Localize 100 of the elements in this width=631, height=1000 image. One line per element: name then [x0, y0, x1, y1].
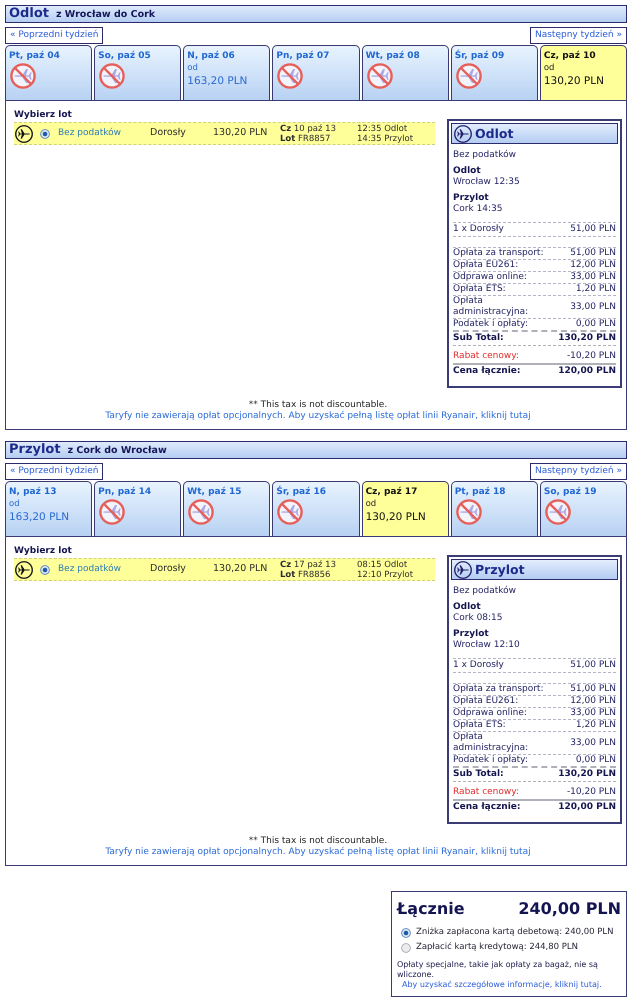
leg-label: Odlot [453, 165, 482, 177]
flight-date: Cz 10 paź 13 [280, 124, 337, 134]
price-from-label: od [544, 63, 556, 73]
fee-amount: 0,00 PLN [576, 319, 616, 330]
radio-button[interactable] [401, 928, 411, 938]
leg-label: Przylot [453, 628, 490, 640]
fee-amount: 33,00 PLN [570, 708, 616, 719]
date-tab[interactable]: So, paź 19 [540, 481, 627, 536]
passenger-amount: 51,00 PLN [570, 660, 616, 671]
fee-label: Opłata administracyjna: [453, 732, 530, 754]
next-week-button[interactable]: Następny tydzień » [530, 463, 627, 480]
date-tab[interactable]: So, paź 05 [94, 45, 182, 100]
flight-number: Lot FR8857 [280, 134, 332, 144]
details-link[interactable]: Aby uzyskać szczegółowe informacje, kliknij tutaj. [402, 980, 602, 990]
leg-value: Wrocław 12:10 [453, 640, 521, 651]
passenger-amount: 51,00 PLN [570, 224, 616, 235]
date-tab[interactable]: Wt, paź 08 [362, 45, 449, 100]
fee-amount: 33,00 PLN [570, 738, 616, 748]
plane-icon [15, 124, 33, 142]
radio-button[interactable] [40, 128, 50, 138]
fee-label: Opłata administracyjna: [453, 296, 530, 318]
date-tab[interactable]: Cz, paź 17 od 130,20 PLN [362, 481, 449, 536]
flight-row[interactable]: Bez podatków Dorosły 130,20 PLN Cz 17 paź 13 Lot FR8856 08:15 Odlot 12:10 Przylot [14, 558, 435, 581]
previous-week-button[interactable]: « Poprzedni tydzień [5, 463, 104, 480]
lowest-fare-price: 130,20 PLN [366, 510, 426, 524]
date-tab[interactable]: Śr, paź 09 [450, 45, 538, 100]
no-flights-icon [456, 63, 482, 89]
subtotal-amount: 130,20 PLN [558, 333, 616, 344]
fee-label: Opłata EU261: [453, 260, 520, 271]
total-amount: 240,00 PLN [518, 899, 621, 919]
fee-label: Odprawa online: [453, 708, 528, 719]
fee-amount: 33,00 PLN [570, 272, 616, 283]
leg-label: Odlot [453, 601, 482, 613]
date-tab[interactable]: Pt, paź 04 [5, 45, 92, 100]
leg-label: Przylot [453, 192, 490, 204]
total-price-amount: 120,00 PLN [558, 802, 616, 813]
fee-label: Opłata ETS: [453, 284, 507, 295]
date-tab[interactable]: Pn, paź 14 [94, 481, 182, 536]
flight-price: 130,20 PLN [213, 126, 268, 140]
previous-week-button[interactable]: « Poprzedni tydzień [5, 27, 104, 44]
no-flights-icon [544, 499, 571, 525]
no-flights-icon [277, 63, 304, 89]
subtotal-label: Sub Total: [453, 769, 505, 780]
payment-option-label: Zniżka zapłacona kartą debetową: 240,00 PLN [416, 927, 614, 938]
total-label: Łącznie [397, 899, 465, 919]
choose-flight-label: Wybierz lot [14, 110, 73, 121]
total-price-label: Cena łącznie: [453, 366, 522, 377]
flight-number: Lot FR8856 [280, 570, 332, 580]
no-flights-icon [188, 499, 214, 525]
price-from-label: od [9, 499, 21, 509]
radio-button[interactable] [401, 943, 411, 953]
no-flights-icon [366, 63, 393, 89]
leg-value: Wrocław 12:35 [453, 177, 521, 188]
departure-time: 12:35 Odlot [357, 124, 408, 134]
fee-label: Opłata EU261: [453, 696, 520, 707]
fee-amount: 51,00 PLN [570, 248, 616, 259]
fee-label: Opłata za transport: [453, 684, 544, 695]
passenger-type: Dorosły [150, 126, 187, 140]
flight-date: Cz 17 paź 13 [280, 560, 337, 570]
discount-label: Rabat cenowy: [453, 351, 520, 362]
date-tab[interactable]: Pn, paź 07 [272, 45, 360, 100]
route-text: z Cork do Wrocław [68, 444, 167, 457]
subtotal-amount: 130,20 PLN [558, 769, 616, 780]
date-tab[interactable]: Cz, paź 10 od 130,20 PLN [540, 45, 627, 100]
date-tab[interactable]: N, paź 06 od 163,20 PLN [183, 45, 270, 100]
leg-value: Cork 14:35 [453, 204, 504, 215]
fee-label: Podatek i opłaty: [453, 319, 529, 330]
optional-fees-link[interactable]: Taryfy nie zawierają opłat opcjonalnych. Aby uzyskać pełną listę opłat linii Ryanair, kliknij tutaj [105, 847, 531, 858]
date-tab[interactable]: Śr, paź 16 [272, 481, 360, 536]
passenger-label: 1 x Dorosły [453, 224, 505, 235]
optional-fees-link[interactable]: Taryfy nie zawierają opłat opcjonalnych. Aby uzyskać pełną listę opłat linii Ryanair, kliknij tutaj [105, 411, 531, 422]
date-tab[interactable]: Wt, paź 15 [183, 481, 270, 536]
fee-amount: 1,20 PLN [576, 720, 616, 731]
fee-label: Opłata za transport: [453, 248, 544, 259]
choose-flight-label: Wybierz lot [14, 546, 73, 557]
arrival-time: 14:35 Przylot [357, 134, 414, 144]
date-tab[interactable]: N, paź 13 od 163,20 PLN [5, 481, 92, 536]
payment-option-label: Zapłacić kartą kredytową: 244,80 PLN [416, 942, 578, 953]
fee-amount: 12,00 PLN [570, 696, 616, 707]
fee-label: Odprawa online: [453, 272, 528, 283]
flight-row[interactable]: Bez podatków Dorosły 130,20 PLN Cz 10 paź 13 Lot FR8857 12:35 Odlot 14:35 Przylot [14, 122, 435, 145]
tax-footnote: ** This tax is not discountable. [248, 400, 388, 410]
lowest-fare-price: 163,20 PLN [187, 74, 248, 88]
date-tab[interactable]: Pt, paź 18 [450, 481, 538, 536]
fees-note: Opłaty specjalne, takie jak opłaty za bagaż, nie są wliczone. [397, 960, 598, 979]
fee-label: Podatek i opłaty: [453, 755, 529, 766]
departure-time: 08:15 Odlot [357, 560, 408, 570]
fare-link[interactable]: Bez podatków [58, 562, 150, 576]
total-price-amount: 120,00 PLN [558, 366, 616, 377]
fare-link[interactable]: Bez podatków [58, 126, 150, 140]
total-price-label: Cena łącznie: [453, 802, 522, 813]
fee-label: Opłata ETS: [453, 720, 507, 731]
leg-value: Cork 08:15 [453, 613, 504, 624]
summary-title: Przylot [475, 562, 525, 577]
lowest-fare-price: 130,20 PLN [544, 74, 604, 88]
tax-footnote: ** This tax is not discountable. [248, 836, 388, 846]
next-week-button[interactable]: Następny tydzień » [530, 27, 627, 44]
discount-label: Rabat cenowy: [453, 787, 520, 798]
no-flights-icon [99, 499, 126, 525]
radio-button[interactable] [40, 564, 50, 574]
